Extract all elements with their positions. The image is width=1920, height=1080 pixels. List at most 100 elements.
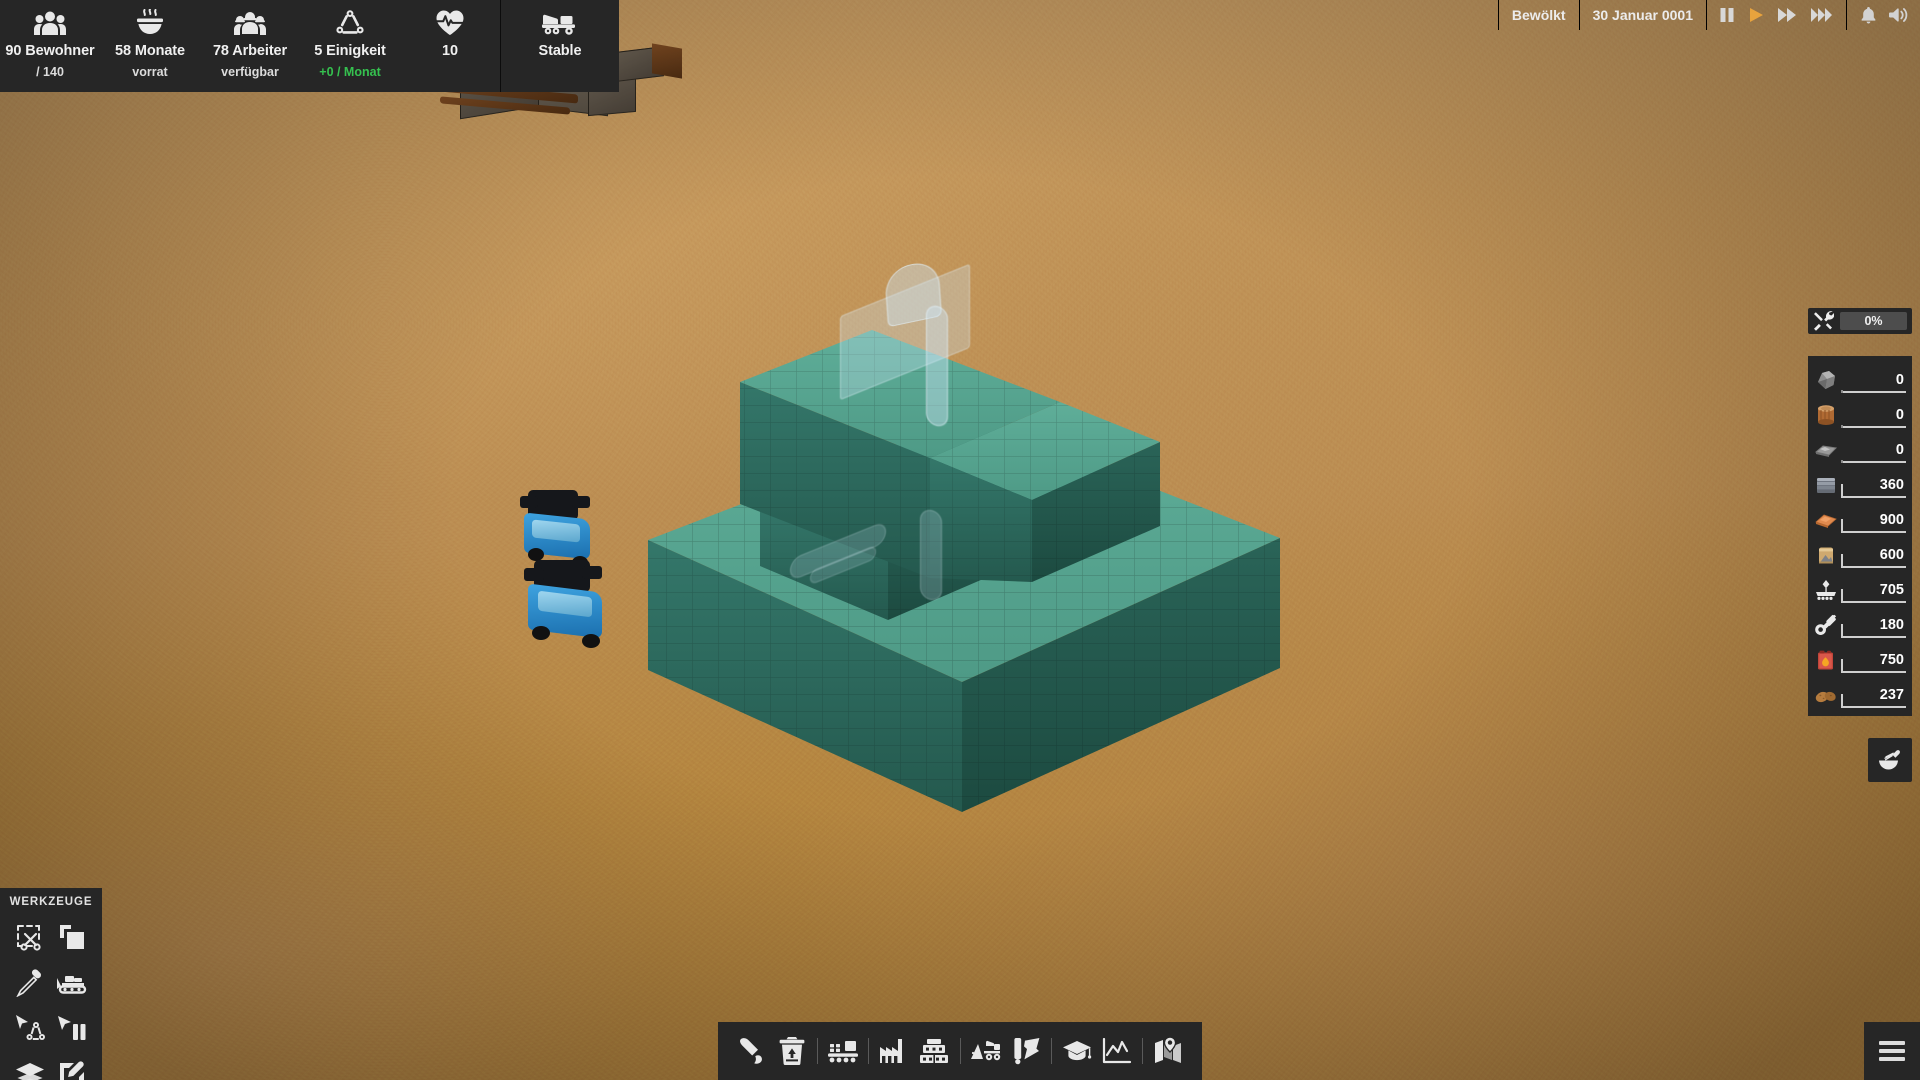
stat-supply-status[interactable]: Stable: [501, 0, 619, 92]
graduation-icon: [1062, 1039, 1092, 1063]
logistics-button[interactable]: [823, 1028, 863, 1074]
resource-row-concrete[interactable]: 705: [1808, 572, 1912, 607]
buildings-button[interactable]: [914, 1028, 954, 1074]
resource-value: 900: [1879, 511, 1904, 528]
resource-row-steel[interactable]: 360: [1808, 467, 1912, 502]
map-button[interactable]: [1148, 1028, 1188, 1074]
resource-fill: [1841, 389, 1843, 393]
resource-bar: [1841, 670, 1906, 673]
layers-icon: [15, 1062, 45, 1080]
shovel-icon: [737, 1036, 767, 1066]
toolbar-divider: [1141, 1038, 1143, 1064]
resource-row-brick[interactable]: 900: [1808, 502, 1912, 537]
warehouse-structure[interactable]: [640, 258, 1320, 880]
copy-tool-button[interactable]: [52, 917, 92, 957]
resource-row-cement[interactable]: 600: [1808, 537, 1912, 572]
dump-truck-icon: [541, 6, 579, 40]
resource-value: 0: [1895, 406, 1904, 423]
copy-icon: [58, 923, 86, 951]
resource-fill: [1841, 459, 1843, 463]
pause-button[interactable]: [1719, 7, 1735, 23]
layers-tool-button[interactable]: [10, 1055, 50, 1080]
vehicle-truck-front[interactable]: [524, 560, 634, 660]
resource-bar: [1841, 425, 1906, 428]
fast-forward-button[interactable]: [1777, 7, 1797, 23]
stat-workers[interactable]: 78 Arbeiter verfügbar: [200, 0, 300, 92]
edit-tool-button[interactable]: [52, 1055, 92, 1080]
tools-efficiency-badge[interactable]: 0%: [1808, 308, 1912, 334]
speaker-icon[interactable]: [1889, 7, 1908, 23]
toolbar-divider: [1050, 1038, 1052, 1064]
pause-select-tool-button[interactable]: [52, 1009, 92, 1049]
edit-square-icon: [58, 1061, 86, 1080]
research-button[interactable]: [1057, 1028, 1097, 1074]
resource-stats-hud: 90 Bewohner / 140 58 Monate vorrat 78 Ar…: [0, 0, 619, 92]
vehicles-button[interactable]: [965, 1028, 1005, 1074]
unity-select-tool-button[interactable]: [10, 1009, 50, 1049]
population-icon: [34, 6, 66, 40]
game-viewport[interactable]: [0, 0, 1920, 1080]
main-menu-button[interactable]: [1864, 1022, 1920, 1080]
food-production-button[interactable]: [1868, 738, 1912, 782]
potato-icon: [1814, 683, 1838, 707]
cut-tool-button[interactable]: [10, 917, 50, 957]
bell-icon[interactable]: [1861, 6, 1876, 24]
metal-icon: [1814, 438, 1838, 462]
structure-geometry: [648, 330, 1280, 812]
tools-percent-value: 0%: [1840, 312, 1907, 330]
bulldozer-icon: [56, 970, 88, 996]
tools-panel: WERKZEUGE: [0, 888, 102, 1080]
play-button[interactable]: [1748, 7, 1764, 23]
resource-meter: 0: [1841, 368, 1906, 393]
toolbar-divider: [868, 1038, 870, 1064]
picker-tool-button[interactable]: [10, 963, 50, 1003]
stat-sub: vorrat: [132, 65, 168, 79]
resource-fill: [1841, 693, 1843, 708]
ultra-speed-button[interactable]: [1810, 7, 1834, 23]
resource-bar: [1841, 705, 1906, 708]
stat-sub: +0 / Monat: [319, 65, 381, 79]
demolish-tool-button[interactable]: [52, 963, 92, 1003]
cement-icon: [1814, 543, 1838, 567]
resource-row-metal[interactable]: 0: [1808, 432, 1912, 467]
stat-health[interactable]: 10: [400, 0, 500, 92]
hamburger-icon: [1879, 1037, 1905, 1065]
toolbar-divider: [959, 1038, 961, 1064]
resource-value: 0: [1895, 441, 1904, 458]
brick-icon: [1814, 508, 1838, 532]
conveyor-icon: [827, 1038, 859, 1064]
resource-bar: [1841, 530, 1906, 533]
cut-select-icon: [15, 922, 45, 952]
stat-food[interactable]: 58 Monate vorrat: [100, 0, 200, 92]
resource-value: 705: [1879, 581, 1904, 598]
resource-bar: [1841, 460, 1906, 463]
resource-row-fuel[interactable]: 750: [1808, 642, 1912, 677]
resource-fill: [1841, 483, 1843, 498]
wood-log-icon: [1814, 403, 1838, 427]
resource-value: 360: [1879, 476, 1904, 493]
resource-bar: [1841, 600, 1906, 603]
food-bowl-icon: [135, 6, 165, 40]
vehicle-icon: [969, 1038, 1001, 1064]
resource-bar: [1841, 495, 1906, 498]
speed-controls: [1706, 0, 1846, 30]
resource-row-parts[interactable]: 180: [1808, 607, 1912, 642]
resource-value: 0: [1895, 371, 1904, 388]
terrain-button[interactable]: [732, 1028, 772, 1074]
resource-row-stone[interactable]: 0: [1808, 362, 1912, 397]
resource-value: 600: [1879, 546, 1904, 563]
rocket-button[interactable]: [1006, 1028, 1046, 1074]
statistics-button[interactable]: [1097, 1028, 1137, 1074]
recycle-button[interactable]: [772, 1028, 812, 1074]
fuel-can-icon: [1814, 648, 1838, 672]
stat-population[interactable]: 90 Bewohner / 140: [0, 0, 100, 92]
resource-meter: 360: [1841, 473, 1906, 498]
industry-button[interactable]: [874, 1028, 914, 1074]
stat-unity[interactable]: 5 Einigkeit +0 / Monat: [300, 0, 400, 92]
stat-sub: / 140: [36, 65, 64, 79]
resource-row-food[interactable]: 237: [1808, 677, 1912, 712]
resource-row-wood[interactable]: 0: [1808, 397, 1912, 432]
date-label: 30 Januar 0001: [1578, 0, 1706, 30]
factory-icon: [879, 1038, 909, 1064]
resource-fill: [1841, 553, 1843, 568]
